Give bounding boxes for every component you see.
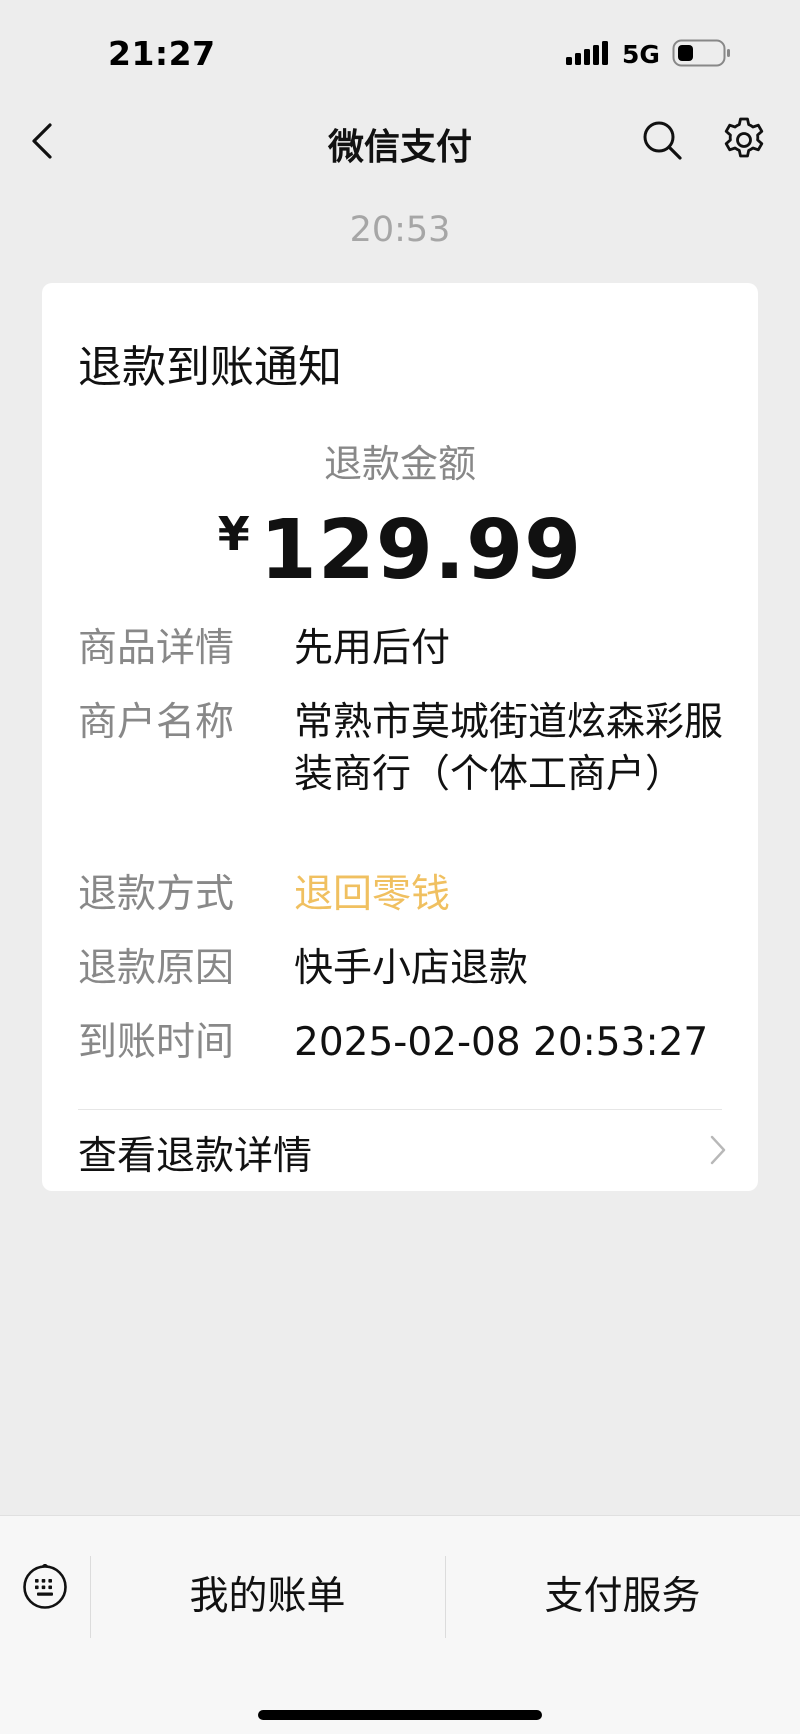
status-bar: 21:27 5G [0,0,800,100]
amount-value: 129.99 [259,503,583,598]
amount-label: 退款金额 [323,442,476,486]
detail-label: 到账时间 [78,1020,235,1065]
bottom-menu-bar: 我的账单 支付服务 [0,1515,800,1734]
currency-symbol: ¥ [217,507,250,561]
signal-icon [566,41,608,65]
battery-icon [672,39,730,67]
detail-row-refund-reason: 退款原因 快手小店退款 [78,943,728,995]
detail-value: 常熟市莫城街道炫森彩服装商行（个体工商户） [294,700,724,797]
detail-label: 退款方式 [78,872,235,917]
keyboard-icon[interactable] [22,1564,68,1610]
detail-value: 快手小店退款 [294,946,529,991]
detail-row-arrival-time: 到账时间 2025-02-08 20:53:27 [78,1017,728,1069]
view-refund-detail-label: 查看退款详情 [78,1134,313,1179]
refund-notification-card[interactable]: 退款到账通知 退款金额 ¥129.99 商品详情 先用后付 商户名称 常熟市莫城… [42,283,758,1191]
detail-value: 先用后付 [294,626,451,671]
detail-row-merchant: 商户名称 常熟市莫城街道炫森彩服装商行（个体工商户） [78,697,728,801]
detail-label: 商户名称 [78,700,235,745]
card-title: 退款到账通知 [78,342,342,393]
view-refund-detail-link[interactable]: 查看退款详情 [42,1109,758,1191]
nav-bar: 微信支付 [0,100,800,182]
refund-amount: ¥129.99 [42,503,758,598]
detail-row-refund-method: 退款方式 退回零钱 [78,869,728,921]
gear-icon[interactable] [720,116,768,164]
menu-payment-services[interactable]: 支付服务 [445,1558,800,1628]
detail-value: 退回零钱 [294,872,451,917]
menu-my-bills[interactable]: 我的账单 [90,1558,445,1628]
network-label: 5G [622,40,660,69]
wechat-pay-chat-screen: 21:27 5G 微信支付 20:53 退款到账通知 退款金额 ¥ 129.99… [0,0,800,1734]
chevron-right-icon [710,1135,726,1165]
detail-label: 商品详情 [78,626,235,671]
message-timestamp: 20:53 [349,210,451,250]
detail-label: 退款原因 [78,946,235,991]
detail-value: 2025-02-08 20:53:27 [294,1020,709,1065]
home-indicator [258,1710,542,1720]
status-time: 21:27 [108,34,216,73]
detail-row-product: 商品详情 先用后付 [78,623,728,675]
search-icon[interactable] [640,118,684,162]
